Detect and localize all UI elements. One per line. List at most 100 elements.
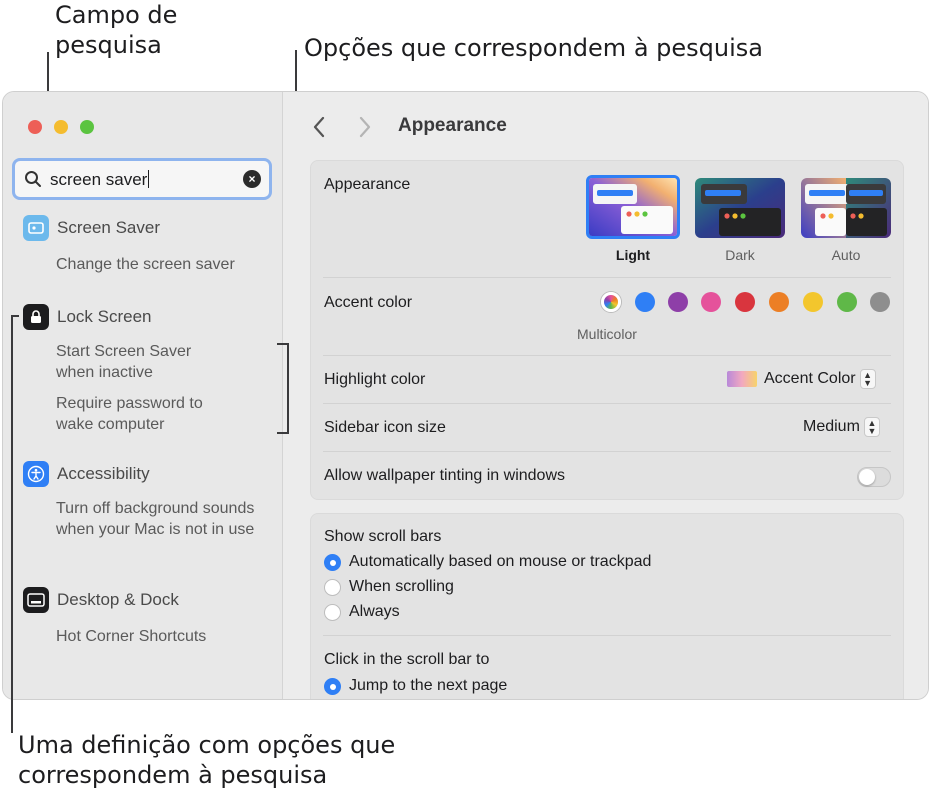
accent-pink-swatch[interactable] bbox=[701, 292, 721, 312]
page: Campo de pesquisa Opções que corresponde… bbox=[0, 0, 931, 803]
radio-button bbox=[324, 578, 341, 596]
toggle-knob bbox=[859, 469, 875, 485]
screen-saver-icon bbox=[23, 215, 49, 241]
radio-button bbox=[324, 603, 341, 621]
sidebar-option-require-password[interactable]: Require password to wake computer bbox=[56, 393, 226, 435]
callout-text: pesquisa bbox=[55, 31, 162, 59]
search-value: screen saver bbox=[50, 170, 148, 189]
sidebar-option-hot-corners[interactable]: Hot Corner Shortcuts bbox=[56, 626, 206, 647]
show-scroll-bars-label: Show scroll bars bbox=[324, 528, 442, 545]
auto-theme-preview bbox=[801, 178, 891, 238]
appearance-dark-option[interactable] bbox=[695, 178, 785, 238]
callout-bracket bbox=[277, 432, 288, 434]
accessibility-icon bbox=[23, 461, 49, 487]
callout-bracket bbox=[277, 343, 288, 345]
search-icon bbox=[25, 171, 41, 187]
sidebar-item-label: Lock Screen bbox=[57, 307, 152, 326]
updown-chevron-icon: ▲ ▼ bbox=[859, 369, 876, 389]
sidebar-item-label: Desktop & Dock bbox=[57, 590, 179, 609]
minimize-window-button[interactable] bbox=[54, 120, 68, 134]
sidebar-item-desktop-dock[interactable]: Desktop & Dock bbox=[23, 587, 179, 613]
sidebar-item-lock-screen[interactable]: Lock Screen bbox=[23, 304, 152, 330]
callout-setting-with-options: Uma definição com opções que corresponde… bbox=[18, 730, 395, 790]
callout-line bbox=[11, 315, 19, 317]
click-scroll-bar-label: Click in the scroll bar to bbox=[324, 651, 490, 668]
accent-green-swatch[interactable] bbox=[837, 292, 857, 312]
sidebar-icon-size-label: Sidebar icon size bbox=[324, 419, 446, 436]
text-caret bbox=[148, 170, 150, 188]
highlight-color-swatch bbox=[727, 371, 757, 387]
radio-label: Automatically based on mouse or trackpad bbox=[349, 553, 652, 570]
appearance-auto-label: Auto bbox=[831, 247, 861, 263]
callout-text: correspondem à pesquisa bbox=[18, 761, 328, 789]
highlight-color-popup[interactable]: Accent Color ▲ ▼ bbox=[727, 369, 876, 389]
chevron-right-icon bbox=[359, 116, 371, 138]
sidebar-option-start-screen-saver[interactable]: Start Screen Saver when inactive bbox=[56, 341, 226, 383]
appearance-dark-label: Dark bbox=[725, 247, 755, 263]
search-input[interactable]: screen saver bbox=[50, 170, 150, 190]
accent-yellow-swatch[interactable] bbox=[803, 292, 823, 312]
callout-text: Uma definição com opções que bbox=[18, 731, 396, 759]
callout-matching-options: Opções que correspondem à pesquisa bbox=[304, 34, 763, 62]
divider bbox=[323, 451, 891, 452]
sidebar-icon-size-popup[interactable]: Medium ▲ ▼ bbox=[803, 417, 880, 437]
clear-search-icon[interactable]: × bbox=[243, 170, 261, 188]
dark-theme-preview bbox=[695, 178, 785, 238]
highlight-color-label: Highlight color bbox=[324, 371, 426, 388]
zoom-window-button[interactable] bbox=[80, 120, 94, 134]
scroll-bars-always-radio[interactable]: Always bbox=[324, 603, 400, 621]
accent-blue-swatch[interactable] bbox=[635, 292, 655, 312]
sidebar-item-accessibility[interactable]: Accessibility bbox=[23, 461, 150, 487]
divider bbox=[323, 355, 891, 356]
radio-label: Always bbox=[349, 603, 400, 620]
radio-label: When scrolling bbox=[349, 578, 454, 595]
forward-button[interactable] bbox=[358, 114, 372, 145]
highlight-color-value: Accent Color bbox=[764, 370, 856, 387]
settings-window: screen saver × Screen Saver Change the s… bbox=[2, 91, 929, 700]
radio-button-selected bbox=[324, 553, 341, 571]
radio-label: Jump to the next page bbox=[349, 677, 508, 694]
scroll-click-next-page-radio[interactable]: Jump to the next page bbox=[324, 677, 507, 695]
main-pane: Appearance Appearance Light Dark Auto Ac… bbox=[284, 92, 928, 699]
scroll-bars-when-scrolling-radio[interactable]: When scrolling bbox=[324, 578, 454, 596]
light-theme-preview bbox=[589, 178, 677, 236]
callout-text: Campo de bbox=[55, 1, 178, 29]
appearance-light-label: Light bbox=[615, 247, 651, 263]
accent-orange-swatch[interactable] bbox=[769, 292, 789, 312]
lock-icon bbox=[23, 304, 49, 330]
appearance-light-option[interactable] bbox=[586, 175, 680, 239]
search-field[interactable]: screen saver × bbox=[12, 158, 272, 200]
radio-button-selected bbox=[324, 677, 341, 695]
accent-purple-swatch[interactable] bbox=[668, 292, 688, 312]
sidebar-option-change-screen-saver[interactable]: Change the screen saver bbox=[56, 254, 235, 275]
callout-search-field: Campo de pesquisa bbox=[55, 0, 177, 60]
scroll-bars-automatic-radio[interactable]: Automatically based on mouse or trackpad bbox=[324, 553, 651, 571]
updown-chevron-icon: ▲ ▼ bbox=[863, 417, 880, 437]
appearance-label: Appearance bbox=[324, 176, 411, 193]
wallpaper-tinting-toggle[interactable] bbox=[857, 467, 891, 487]
sidebar-icon-size-value: Medium bbox=[803, 418, 860, 435]
accent-multicolor-swatch[interactable] bbox=[601, 292, 621, 312]
callout-line bbox=[11, 315, 13, 733]
sidebar: screen saver × Screen Saver Change the s… bbox=[3, 92, 283, 699]
sidebar-option-background-sounds[interactable]: Turn off background sounds when your Mac… bbox=[56, 498, 271, 540]
multicolor-label: Multicolor bbox=[577, 326, 637, 342]
page-title: Appearance bbox=[398, 115, 507, 136]
close-window-button[interactable] bbox=[28, 120, 42, 134]
accent-red-swatch[interactable] bbox=[735, 292, 755, 312]
divider bbox=[323, 277, 891, 278]
appearance-settings-card: Appearance Light Dark Auto Accent color … bbox=[310, 160, 904, 500]
divider bbox=[323, 635, 891, 636]
appearance-auto-option[interactable] bbox=[801, 178, 891, 238]
wallpaper-tinting-label: Allow wallpaper tinting in windows bbox=[324, 467, 566, 484]
chevron-left-icon bbox=[313, 116, 325, 138]
accent-color-label: Accent color bbox=[324, 294, 413, 311]
scroll-settings-card: Show scroll bars Automatically based on … bbox=[310, 513, 904, 699]
accent-graphite-swatch[interactable] bbox=[870, 292, 890, 312]
sidebar-item-screen-saver[interactable]: Screen Saver bbox=[23, 215, 160, 241]
sidebar-item-label: Accessibility bbox=[57, 464, 150, 483]
sidebar-item-label: Screen Saver bbox=[57, 218, 160, 237]
back-button[interactable] bbox=[312, 114, 326, 145]
desktop-dock-icon bbox=[23, 587, 49, 613]
divider bbox=[323, 403, 891, 404]
